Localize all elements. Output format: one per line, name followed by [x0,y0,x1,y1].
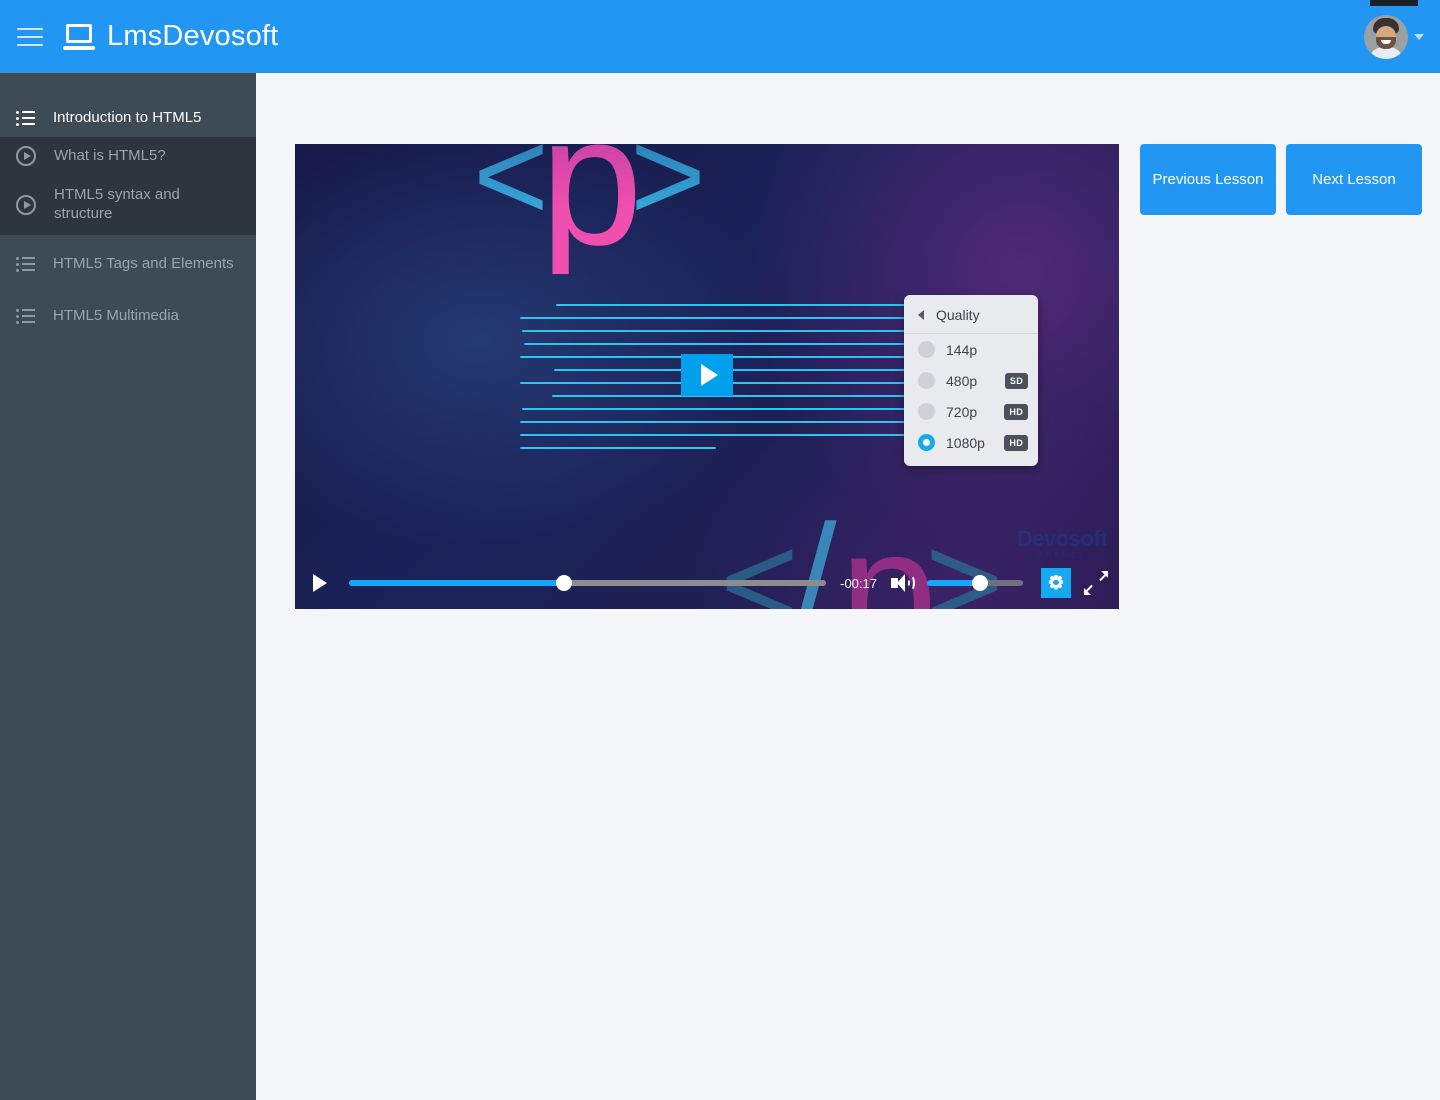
sidebar-sublist: What is HTML5? HTML5 syntax and structur… [0,137,256,235]
radio-icon[interactable] [918,372,935,389]
chevron-down-icon[interactable] [1414,34,1424,40]
list-icon [16,257,35,272]
sidebar-item-label: HTML5 syntax and structure [54,186,240,224]
code-art-angle-close: > [630,144,706,240]
radio-icon[interactable] [918,341,935,358]
avatar-mouth [1381,40,1391,44]
quality-menu[interactable]: Quality 144p 480p SD 720p HD 1080p HD [904,295,1038,466]
lesson-navigation: Previous Lesson Next Lesson [1140,144,1422,215]
volume-slider[interactable] [927,580,1023,586]
sidebar-item-label: HTML5 Multimedia [53,307,179,326]
sidebar-item-what-is-html5[interactable]: What is HTML5? [0,137,256,175]
fullscreen-icon[interactable] [1083,570,1109,596]
sidebar-item-introduction-to-html5[interactable]: Introduction to HTML5 [0,99,256,137]
seek-bar[interactable] [349,580,826,586]
quality-badge: HD [1004,435,1028,451]
play-icon[interactable] [305,568,335,598]
gear-icon[interactable] [1041,568,1071,598]
code-art-angle-open: < [473,144,549,240]
hamburger-icon[interactable] [17,28,43,46]
sidebar-item-html5-tags-and-elements[interactable]: HTML5 Tags and Elements [0,245,256,283]
list-icon [16,111,35,126]
quality-menu-title: Quality [936,307,980,323]
list-icon [16,309,35,324]
quality-option-label: 480p [946,373,994,389]
sidebar-item-label: What is HTML5? [54,147,166,166]
player-controls: -00:17 [295,557,1119,609]
play-circle-icon [16,195,36,215]
quality-option-label: 144p [946,342,1028,358]
sidebar-item-label: HTML5 Tags and Elements [53,255,234,274]
header-right [1364,15,1440,59]
volume-cone [897,574,905,592]
hamburger-bar [17,28,43,30]
top-edge-notch [1370,0,1418,6]
quality-option-1080p[interactable]: 1080p HD [904,427,1038,458]
sidebar: Introduction to HTML5 What is HTML5? HTM… [0,73,256,1100]
seek-knob[interactable] [556,575,572,591]
radio-icon[interactable] [918,403,935,420]
center-play-button[interactable] [681,354,733,396]
volume-knob[interactable] [972,575,988,591]
quality-option-720p[interactable]: 720p HD [904,396,1038,427]
hamburger-bar [17,36,43,38]
sidebar-item-html5-syntax-and-structure[interactable]: HTML5 syntax and structure [0,175,256,235]
quality-option-480p[interactable]: 480p SD [904,365,1038,396]
watermark: Devosoft AGENCY [1017,526,1107,559]
sidebar-top-spacer [0,73,256,99]
quality-option-label: 1080p [946,435,993,451]
laptop-screen [66,24,92,43]
main-content: < p > < / p > Devosoft AGENCY [256,73,1440,1100]
volume-wave [907,575,915,591]
sidebar-item-label: Introduction to HTML5 [53,109,201,128]
sidebar-item-html5-multimedia[interactable]: HTML5 Multimedia [0,297,256,335]
gear-glyph [1048,575,1065,592]
quality-option-label: 720p [946,404,993,420]
laptop-icon [63,24,95,50]
brand-title: LmsDevosoft [107,20,278,53]
seek-fill [349,580,564,586]
play-circle-icon [16,146,36,166]
time-remaining: -00:17 [840,576,877,591]
quality-menu-header[interactable]: Quality [904,295,1038,334]
avatar[interactable] [1364,15,1408,59]
back-arrow-icon[interactable] [918,310,924,320]
next-lesson-button[interactable]: Next Lesson [1286,144,1422,215]
brand[interactable]: LmsDevosoft [63,20,278,53]
radio-icon-selected[interactable] [918,434,935,451]
hamburger-bar [17,44,43,46]
quality-option-144p[interactable]: 144p [904,334,1038,365]
code-art-letter-p: p [540,144,643,274]
previous-lesson-button[interactable]: Previous Lesson [1140,144,1276,215]
app-header: LmsDevosoft [0,0,1440,73]
quality-badge: SD [1005,373,1028,389]
laptop-base [63,46,95,50]
volume-icon[interactable] [891,572,915,594]
quality-badge: HD [1004,404,1028,420]
